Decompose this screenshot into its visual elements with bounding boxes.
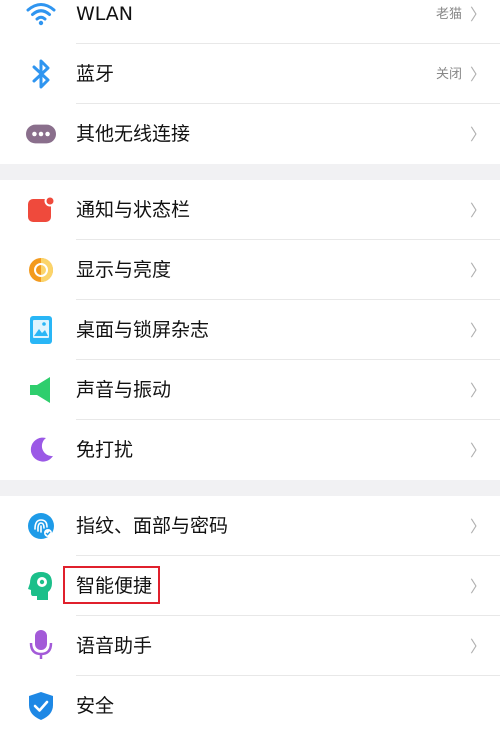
settings-item-do-not-disturb[interactable]: 免打扰 〉 [0,420,500,480]
display-brightness-icon [26,255,56,285]
bluetooth-value: 关闭 [435,67,462,82]
notification-icon [26,195,56,225]
chevron-right-icon: 〉 [469,441,486,460]
settings-item-bluetooth[interactable]: 蓝牙 关闭 〉 [0,44,500,104]
chevron-right-icon: 〉 [469,65,486,84]
more-connections-icon [26,119,56,149]
moon-icon [26,435,56,465]
chevron-right-icon: 〉 [469,321,486,340]
shield-icon [26,691,56,721]
display-label: 显示与亮度 [76,259,172,281]
smart-assist-icon [26,571,56,601]
settings-item-sound[interactable]: 声音与振动 〉 [0,360,500,420]
settings-item-wlan[interactable]: WLAN 老猫 〉 [0,0,500,44]
bluetooth-label: 蓝牙 [76,63,115,85]
wifi-icon [26,0,56,29]
voice-assistant-label: 语音助手 [76,635,153,657]
chevron-right-icon: 〉 [469,577,486,596]
section-gap [0,480,500,496]
wallpaper-label: 桌面与锁屏杂志 [76,319,210,341]
highlight-box [63,566,160,604]
do-not-disturb-label: 免打扰 [76,439,134,461]
other-wireless-label: 其他无线连接 [76,123,191,145]
section-gap [0,164,500,180]
wallpaper-icon [26,315,56,345]
settings-item-wallpaper[interactable]: 桌面与锁屏杂志 〉 [0,300,500,360]
settings-item-security[interactable]: 安全 [0,676,500,736]
settings-screen: WLAN 老猫 〉 蓝牙 关闭 〉 其他无线连接 〉 通知与状态栏 〉 显示与亮… [0,0,500,737]
settings-item-other-wireless[interactable]: 其他无线连接 〉 [0,104,500,164]
chevron-right-icon: 〉 [469,637,486,656]
wlan-label: WLAN [76,3,134,25]
chevron-right-icon: 〉 [469,517,486,536]
microphone-icon [26,630,56,660]
notifications-label: 通知与状态栏 [76,199,191,221]
settings-item-voice-assistant[interactable]: 语音助手 〉 [0,616,500,676]
settings-item-display[interactable]: 显示与亮度 〉 [0,240,500,300]
chevron-right-icon: 〉 [469,261,486,280]
security-label: 安全 [76,695,115,717]
chevron-right-icon: 〉 [469,5,486,24]
settings-item-notifications[interactable]: 通知与状态栏 〉 [0,180,500,240]
chevron-right-icon: 〉 [469,381,486,400]
speaker-icon [26,375,56,405]
sound-label: 声音与振动 [76,379,172,401]
fingerprint-label: 指纹、面部与密码 [76,515,229,537]
bluetooth-icon [26,59,56,89]
settings-item-fingerprint[interactable]: 指纹、面部与密码 〉 [0,496,500,556]
chevron-right-icon: 〉 [469,201,486,220]
wlan-value: 老猫 [435,7,462,22]
chevron-right-icon: 〉 [469,125,486,144]
fingerprint-icon [26,511,56,541]
